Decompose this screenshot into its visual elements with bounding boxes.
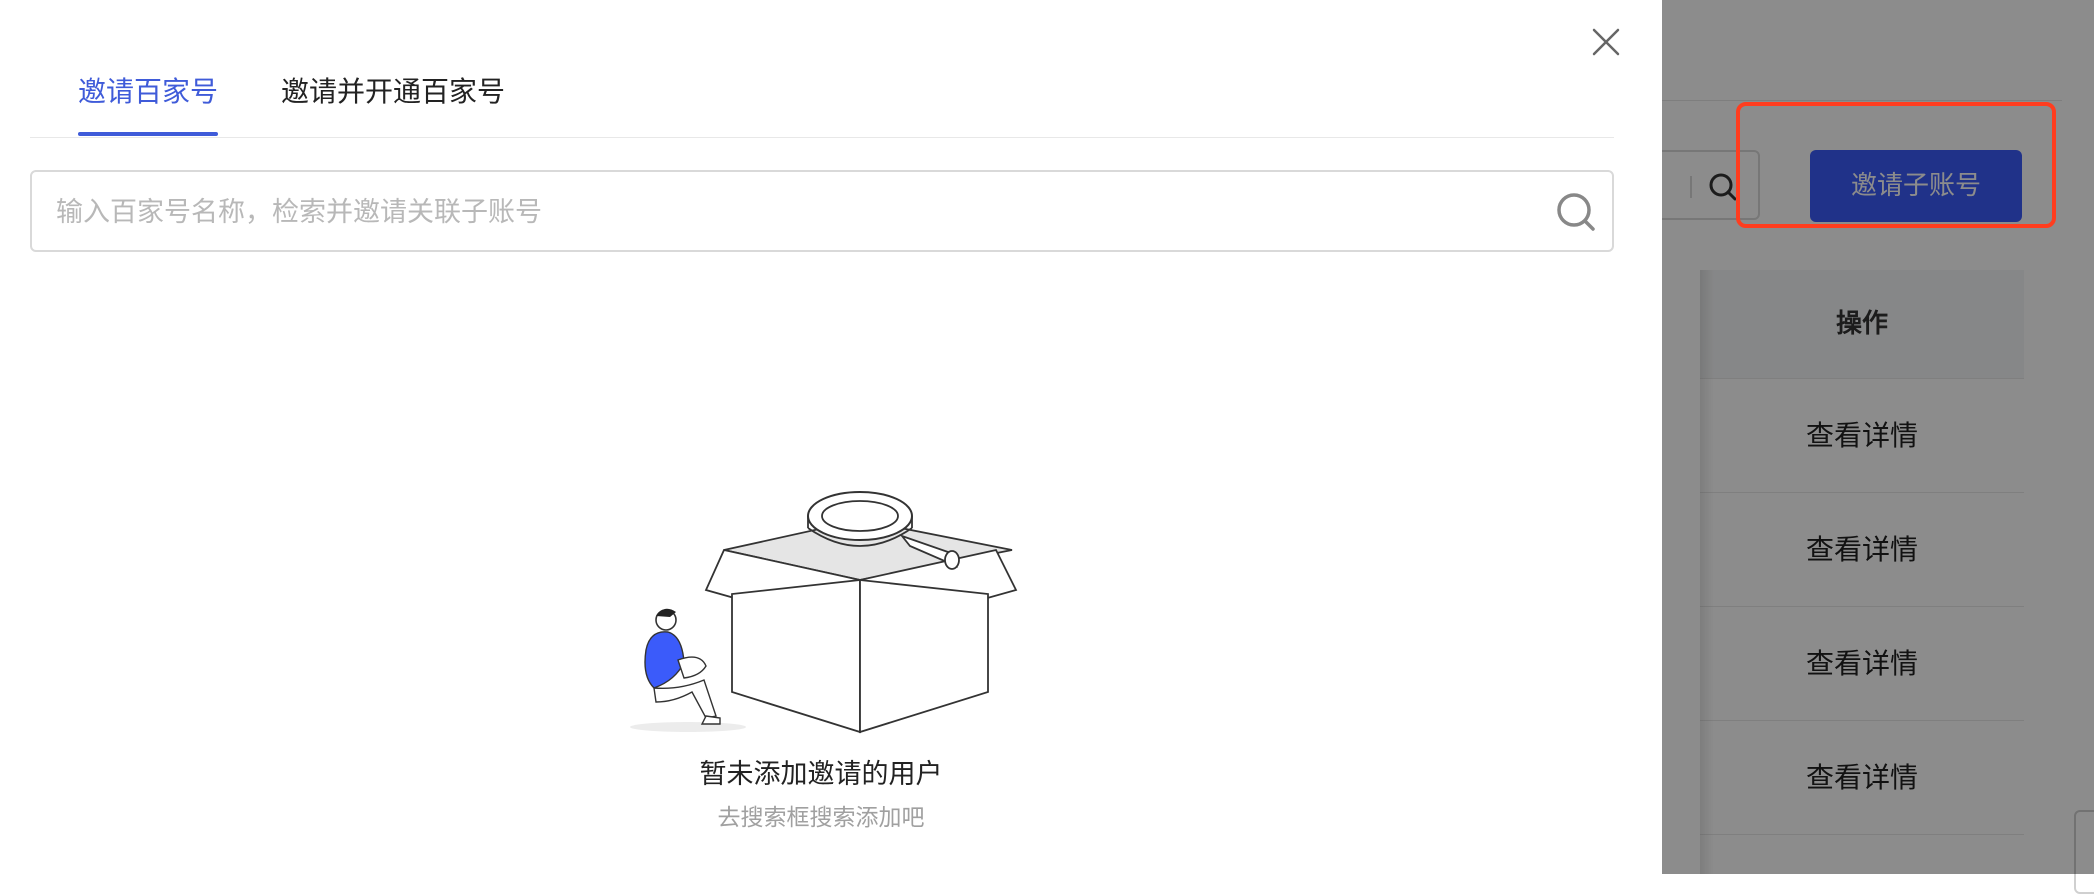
search-icon[interactable] [1556, 192, 1596, 232]
search-input[interactable] [54, 172, 1538, 252]
invite-drawer: 邀请百家号 邀请并开通百家号 输入百家号名称，检索并邀请关联子账号 暂未添加邀请… [0, 0, 1662, 874]
empty-state-subtitle: 去搜索框搜索添加吧 [717, 805, 925, 831]
tab-invite-baijiahao[interactable]: 邀请百家号 [78, 70, 218, 110]
tab-bar: 邀请百家号 邀请并开通百家号 [30, 0, 1614, 138]
search-box[interactable] [30, 170, 1614, 252]
empty-state-title: 暂未添加邀请的用户 [699, 759, 943, 790]
active-tab-indicator [78, 132, 218, 136]
annotation-highlight-box [1736, 102, 2056, 228]
empty-box-illustration-icon [630, 491, 1018, 734]
tab-invite-and-open-baijiahao[interactable]: 邀请并开通百家号 [281, 70, 505, 110]
